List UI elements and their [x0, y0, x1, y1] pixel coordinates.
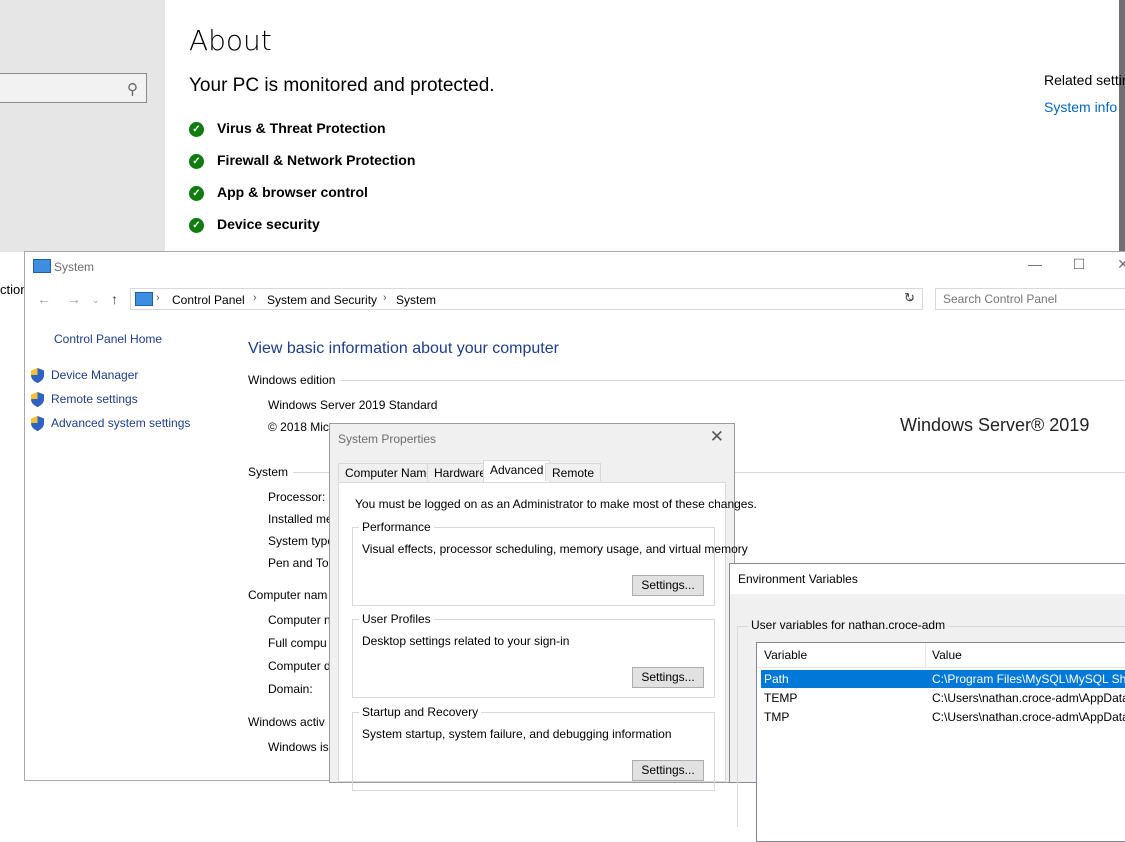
protection-item-virus[interactable]: ✓ Virus & Threat Protection: [189, 120, 386, 138]
dialog-title: Environment Variables: [738, 572, 858, 586]
chevron-right-icon: ›: [383, 292, 387, 304]
environment-variables-dialog: Environment Variables User variables for…: [729, 563, 1125, 842]
back-arrow-icon[interactable]: ←: [37, 291, 51, 307]
table-row[interactable]: TMP C:\Users\nathan.croce-adm\AppData: [761, 708, 1125, 726]
protection-item-app-browser[interactable]: ✓ App & browser control: [189, 184, 368, 202]
chevron-right-icon: ›: [156, 292, 160, 304]
user-profiles-settings-button[interactable]: Settings...: [632, 667, 704, 688]
checkmark-icon: ✓: [189, 217, 204, 233]
group-title: Performance: [359, 520, 434, 534]
group-description: Visual effects, processor scheduling, me…: [362, 542, 748, 556]
table-row[interactable]: Path C:\Program Files\MySQL\MySQL She: [761, 670, 1125, 688]
chevron-right-icon: ›: [253, 292, 257, 304]
minimize-icon[interactable]: —: [1025, 256, 1045, 272]
group-title: User variables for nathan.croce-adm: [748, 618, 949, 632]
settings-sidebar: [0, 0, 165, 252]
advanced-tab-panel: You must be logged on as an Administrato…: [338, 482, 757, 791]
startup-recovery-settings-button[interactable]: Settings...: [632, 760, 704, 781]
protection-item-firewall[interactable]: ✓ Firewall & Network Protection: [189, 152, 415, 170]
search-icon: ⚲: [127, 81, 138, 98]
group-description: System startup, system failure, and debu…: [362, 727, 672, 741]
tab-advanced[interactable]: Advanced: [483, 460, 551, 482]
settings-search-box[interactable]: ⚲: [0, 73, 147, 103]
group-description: Desktop settings related to your sign-in: [362, 634, 570, 648]
column-header-value[interactable]: Value: [932, 648, 962, 662]
full-computer-name-label: Full compu: [268, 636, 327, 650]
user-profiles-group: User Profiles Desktop settings related t…: [352, 612, 715, 698]
monitor-icon: [135, 292, 153, 306]
breadcrumb-system[interactable]: System: [396, 293, 436, 307]
computer-name-section-title: Computer nam: [248, 588, 328, 602]
variable-value: C:\Users\nathan.croce-adm\AppData: [932, 691, 1125, 705]
breadcrumb-system-security[interactable]: System and Security: [267, 293, 377, 307]
computer-description-label: Computer d: [268, 659, 331, 673]
dialog-title: System Properties: [338, 432, 437, 446]
checkmark-icon: ✓: [189, 185, 204, 201]
tab-computer-name[interactable]: Computer Name: [338, 463, 441, 481]
copyright-text: © 2018 Mic: [268, 420, 329, 434]
variable-name: TEMP: [764, 691, 798, 705]
close-icon[interactable]: ✕: [1113, 256, 1125, 273]
installed-memory-label: Installed me: [268, 512, 333, 526]
column-header-variable[interactable]: Variable: [764, 648, 807, 662]
column-divider[interactable]: [925, 643, 926, 667]
processor-label: Processor:: [268, 490, 326, 504]
protection-item-device-security[interactable]: ✓ Device security: [189, 216, 320, 234]
protection-status-heading: Your PC is monitored and protected.: [189, 75, 495, 96]
divider: [341, 380, 1125, 381]
user-variables-table[interactable]: Variable Value Path C:\Program Files\MyS…: [756, 642, 1125, 842]
checkmark-icon: ✓: [189, 121, 204, 137]
startup-recovery-group: Startup and Recovery System startup, sys…: [352, 705, 715, 791]
windows-server-logo: Windows Server® 2019: [900, 415, 1090, 435]
refresh-icon[interactable]: ↻: [904, 290, 915, 306]
address-bar[interactable]: › Control Panel › System and Security › …: [130, 288, 923, 310]
pen-touch-label: Pen and Tou: [268, 556, 336, 570]
performance-settings-button[interactable]: Settings...: [632, 575, 704, 596]
page-heading: View basic information about your comput…: [248, 340, 559, 357]
window-title: System: [54, 260, 95, 274]
table-header: Variable Value: [757, 643, 1125, 668]
table-row[interactable]: TEMP C:\Users\nathan.croce-adm\AppData: [761, 689, 1125, 707]
group-title: Startup and Recovery: [359, 705, 482, 719]
tab-remote[interactable]: Remote: [545, 463, 602, 481]
breadcrumb-control-panel[interactable]: Control Panel: [172, 293, 245, 307]
close-icon[interactable]: ✕: [710, 427, 724, 447]
group-title: User Profiles: [359, 612, 434, 626]
related-settings-title: Related settir: [1044, 72, 1125, 88]
sidebar-item-device-manager[interactable]: Device Manager: [31, 368, 138, 384]
recent-pages-chevron-icon[interactable]: ⌄: [92, 295, 100, 306]
activation-status-label: Windows is: [268, 740, 329, 754]
control-panel-search[interactable]: ⚲: [935, 288, 1125, 310]
forward-arrow-icon[interactable]: →: [67, 291, 81, 307]
computer-name-label: Computer n: [268, 613, 331, 627]
sidebar-item-remote-settings[interactable]: Remote settings: [31, 392, 138, 408]
system-properties-dialog: System Properties ✕ Computer Name Hardwa…: [329, 423, 757, 791]
variable-name: Path: [764, 672, 789, 686]
admin-note: You must be logged on as an Administrato…: [355, 497, 757, 511]
sidebar-item-advanced-system-settings[interactable]: Advanced system settings: [31, 416, 190, 432]
domain-label: Domain:: [268, 682, 313, 696]
system-type-label: System type: [268, 534, 335, 548]
variable-value: C:\Users\nathan.croce-adm\AppData: [932, 710, 1125, 724]
edition-name: Windows Server 2019 Standard: [268, 398, 438, 412]
sidebar-item-control-panel-home[interactable]: Control Panel Home: [54, 332, 162, 346]
monitor-icon: [33, 259, 51, 273]
maximize-icon[interactable]: ☐: [1069, 256, 1089, 273]
windows-edition-title: Windows edition: [248, 373, 336, 387]
shield-icon: [31, 416, 44, 432]
variable-name: TMP: [764, 710, 790, 724]
shield-icon: [31, 392, 44, 408]
shield-icon: [31, 368, 44, 384]
system-section-title: System: [248, 465, 289, 479]
checkmark-icon: ✓: [189, 153, 204, 169]
page-title: About: [189, 24, 272, 57]
system-info-link[interactable]: System info: [1044, 99, 1117, 115]
activation-section-title: Windows activ: [248, 715, 325, 729]
search-input[interactable]: [943, 292, 1113, 306]
performance-group: Performance Visual effects, processor sc…: [352, 520, 748, 606]
variable-value: C:\Program Files\MySQL\MySQL She: [932, 672, 1125, 686]
up-arrow-icon[interactable]: ↑: [111, 291, 118, 307]
